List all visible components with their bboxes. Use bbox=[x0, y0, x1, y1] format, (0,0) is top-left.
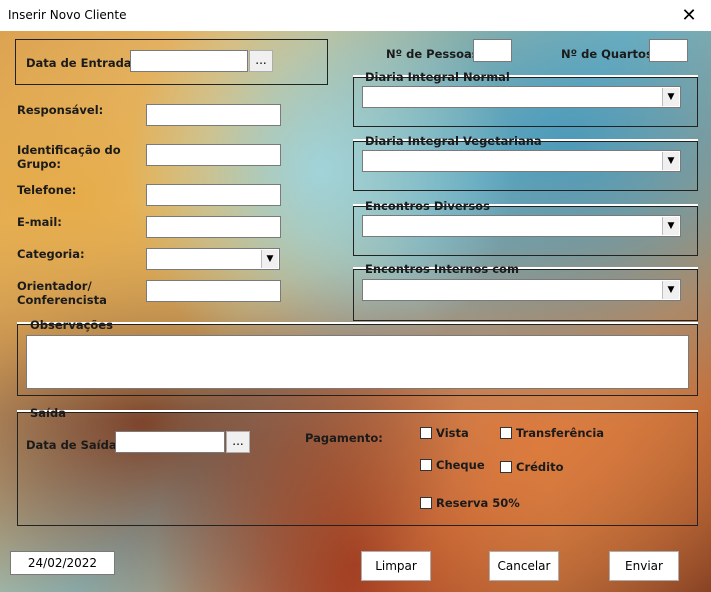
email-input[interactable] bbox=[146, 216, 281, 238]
checkbox-transferencia[interactable]: Transferência bbox=[500, 426, 604, 440]
orientador-label: Orientador/ Conferencista bbox=[17, 279, 107, 307]
dialog-window: Inserir Novo Cliente ✕ Data de Entrada: … bbox=[0, 0, 711, 592]
diaria-normal-select[interactable]: ▼ bbox=[362, 86, 681, 108]
diaria-vegetariana-label: Diaria Integral Vegetariana bbox=[365, 134, 542, 148]
enviar-button[interactable]: Enviar bbox=[609, 551, 679, 581]
checkbox-cheque-label: Cheque bbox=[436, 458, 485, 472]
data-saida-picker-button[interactable]: ... bbox=[226, 431, 250, 453]
checkbox-box[interactable] bbox=[500, 427, 512, 439]
checkbox-box[interactable] bbox=[500, 461, 512, 473]
data-saida-input[interactable] bbox=[115, 431, 225, 453]
categoria-select[interactable]: ▼ bbox=[146, 248, 280, 270]
identificacao-label: Identificação do Grupo: bbox=[17, 143, 121, 171]
saida-label: Saída bbox=[30, 406, 66, 420]
checkbox-reserva-label: Reserva 50% bbox=[436, 496, 520, 510]
cancelar-button[interactable]: Cancelar bbox=[489, 551, 559, 581]
encontros-diversos-label: Encontros Diversos bbox=[365, 199, 490, 213]
orientador-input[interactable] bbox=[146, 280, 281, 302]
checkbox-reserva[interactable]: Reserva 50% bbox=[420, 496, 520, 510]
email-label: E-mail: bbox=[17, 215, 62, 229]
pessoas-input[interactable] bbox=[473, 39, 512, 62]
entrada-picker-button[interactable]: ... bbox=[249, 50, 273, 72]
frame-top-line bbox=[17, 410, 698, 412]
chevron-down-icon[interactable]: ▼ bbox=[662, 281, 679, 299]
chevron-down-icon[interactable]: ▼ bbox=[662, 217, 679, 235]
responsavel-label: Responsável: bbox=[17, 103, 104, 117]
responsavel-input[interactable] bbox=[146, 104, 281, 126]
form-background: Data de Entrada: ... Nº de Pessoas: Nº d… bbox=[0, 31, 711, 592]
telefone-label: Telefone: bbox=[17, 183, 77, 197]
categoria-label: Categoria: bbox=[17, 247, 85, 261]
entrada-input[interactable] bbox=[130, 50, 248, 72]
observacoes-label: Observações bbox=[30, 318, 113, 332]
checkbox-box[interactable] bbox=[420, 427, 432, 439]
title-bar: Inserir Novo Cliente ✕ bbox=[0, 0, 711, 31]
entrada-label: Data de Entrada: bbox=[26, 56, 137, 70]
checkbox-box[interactable] bbox=[420, 459, 432, 471]
window-title: Inserir Novo Cliente bbox=[8, 8, 127, 22]
diaria-normal-label: Diaria Integral Normal bbox=[365, 70, 510, 84]
chevron-down-icon[interactable]: ▼ bbox=[662, 152, 679, 170]
encontros-internos-label: Encontros Internos com bbox=[365, 262, 519, 276]
data-saida-label: Data de Saída: bbox=[26, 438, 122, 452]
quartos-label: Nº de Quartos: bbox=[561, 47, 658, 61]
pagamento-label: Pagamento: bbox=[305, 431, 383, 445]
checkbox-box[interactable] bbox=[420, 497, 432, 509]
encontros-diversos-select[interactable]: ▼ bbox=[362, 215, 681, 237]
chevron-down-icon[interactable]: ▼ bbox=[261, 250, 278, 268]
checkbox-credito-label: Crédito bbox=[516, 460, 564, 474]
checkbox-transferencia-label: Transferência bbox=[516, 426, 605, 440]
checkbox-cheque[interactable]: Cheque bbox=[420, 458, 485, 472]
chevron-down-icon[interactable]: ▼ bbox=[662, 88, 679, 106]
diaria-vegetariana-select[interactable]: ▼ bbox=[362, 150, 681, 172]
frame-top-line bbox=[17, 322, 698, 324]
quartos-input[interactable] bbox=[649, 39, 688, 62]
limpar-button[interactable]: Limpar bbox=[361, 551, 431, 581]
observacoes-textarea[interactable] bbox=[26, 335, 689, 389]
current-date: 24/02/2022 bbox=[10, 551, 115, 575]
checkbox-vista[interactable]: Vista bbox=[420, 426, 469, 440]
close-icon[interactable]: ✕ bbox=[667, 0, 711, 31]
checkbox-credito[interactable]: Crédito bbox=[500, 460, 563, 474]
checkbox-vista-label: Vista bbox=[436, 426, 469, 440]
identificacao-input[interactable] bbox=[146, 144, 281, 166]
telefone-input[interactable] bbox=[146, 184, 281, 206]
encontros-internos-select[interactable]: ▼ bbox=[362, 279, 681, 301]
pessoas-label: Nº de Pessoas: bbox=[386, 47, 484, 61]
